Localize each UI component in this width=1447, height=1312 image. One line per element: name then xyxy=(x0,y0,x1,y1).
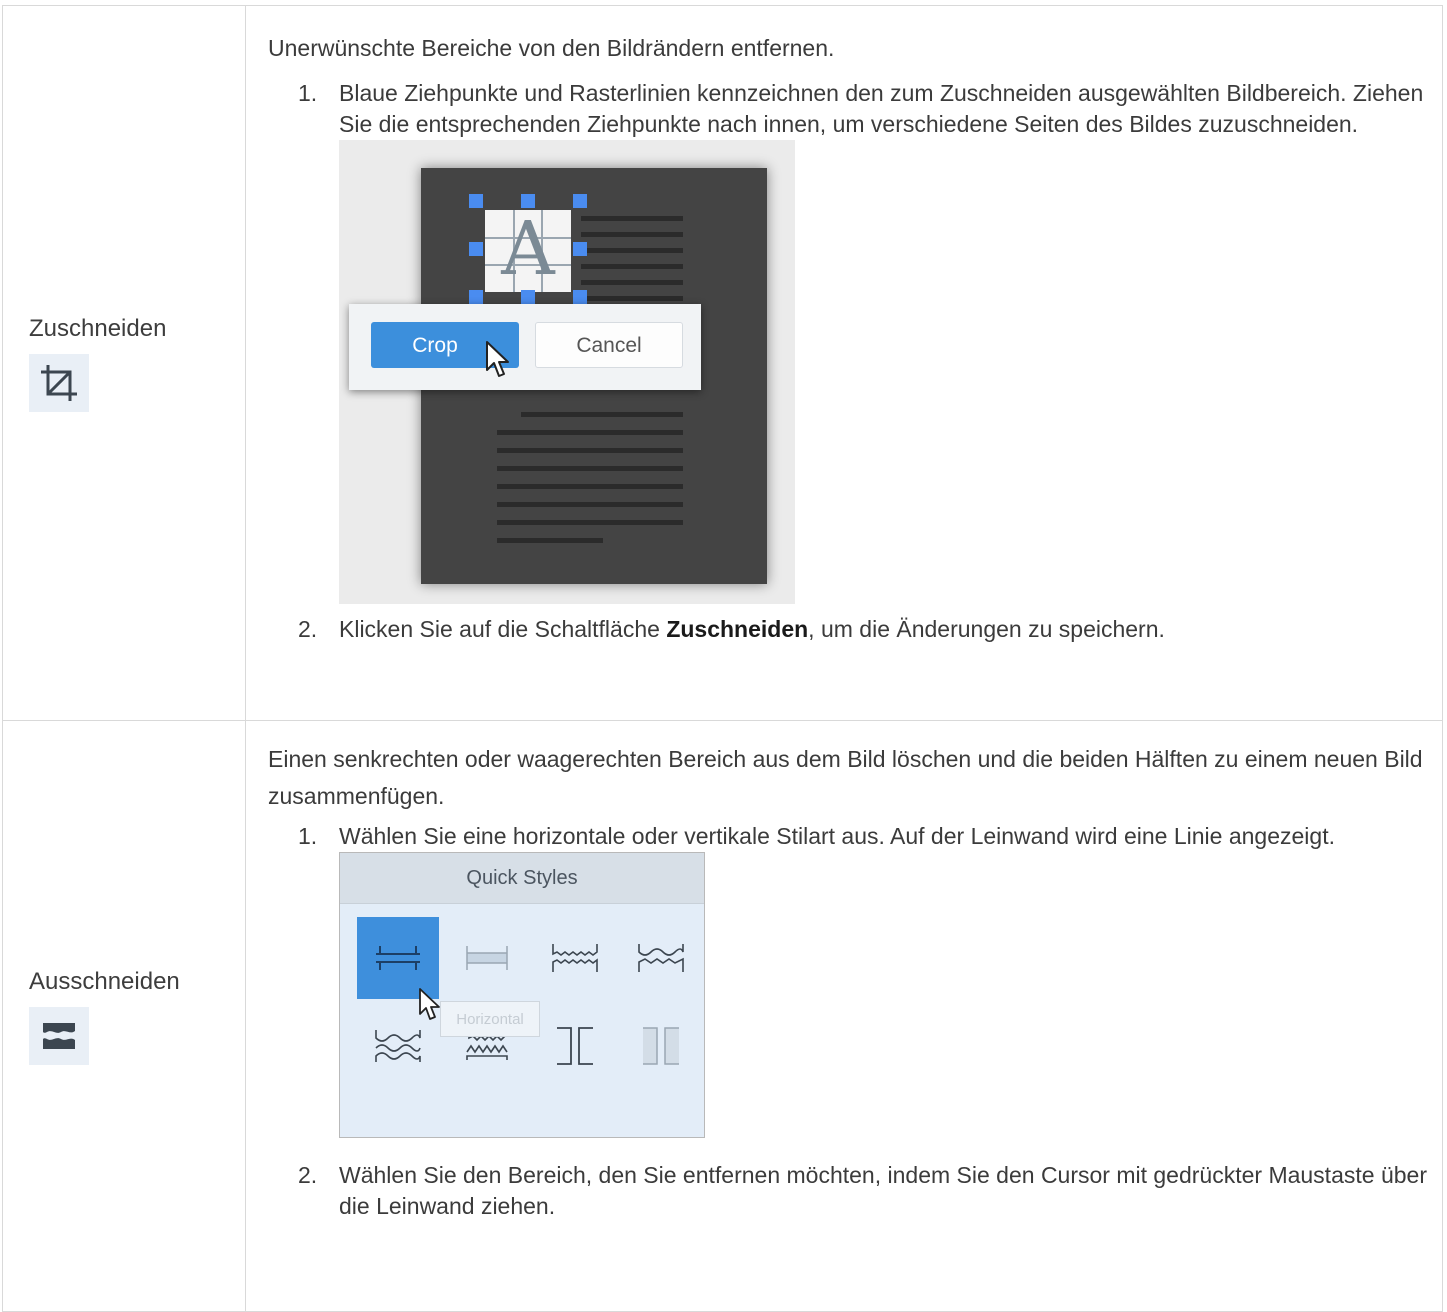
crop-dialog: Crop Cancel xyxy=(349,304,701,390)
step-item: 1. Blaue Ziehpunkte und Rasterlinien ken… xyxy=(268,78,1442,604)
step-item: 2. Klicken Sie auf die Schaltfläche Zusc… xyxy=(268,614,1442,645)
style-horizontal-wave[interactable] xyxy=(620,917,702,999)
quick-styles-panel: Quick Styles Horizontal xyxy=(339,852,705,1138)
style-vertical-jagged[interactable] xyxy=(357,1093,439,1137)
step-text: Wählen Sie eine horizontale oder vertika… xyxy=(339,823,1335,849)
crop-icon xyxy=(29,354,89,412)
style-horizontal-fill[interactable] xyxy=(446,917,528,999)
crop-handle[interactable] xyxy=(469,242,483,256)
step-number: 2. xyxy=(298,616,318,642)
step-number: 1. xyxy=(298,80,318,106)
crop-handle[interactable] xyxy=(573,290,587,304)
crop-illustration: A Crop Cancel xyxy=(339,140,795,604)
quick-styles-header: Quick Styles xyxy=(340,853,704,904)
style-horizontal-jagged[interactable] xyxy=(534,917,616,999)
cut-out-icon xyxy=(29,1007,89,1065)
step-text: Blaue Ziehpunkte und Rasterlinien kennze… xyxy=(339,80,1424,137)
step-text-before: Klicken Sie auf die Schaltfläche xyxy=(339,616,667,642)
tool-name: Zuschneiden xyxy=(29,315,167,342)
crop-handle[interactable] xyxy=(521,290,535,304)
step-item: 2. Wählen Sie den Bereich, den Sie entfe… xyxy=(268,1160,1442,1222)
cancel-button[interactable]: Cancel xyxy=(535,322,683,368)
step-list: 1. Blaue Ziehpunkte und Rasterlinien ken… xyxy=(268,78,1442,645)
mouse-pointer-icon xyxy=(419,988,440,1020)
feature-table: Zuschneiden Unerwünschte Bereiche von de… xyxy=(2,5,1443,1312)
style-vertical-curve-alt[interactable] xyxy=(534,1093,616,1137)
table-row-cutout: Ausschneiden Einen senkrechten oder waag… xyxy=(2,720,1443,1312)
crop-handle[interactable] xyxy=(573,242,587,256)
step-bold-term: Zuschneiden xyxy=(666,616,809,642)
crop-handle[interactable] xyxy=(521,194,535,208)
crop-handle[interactable] xyxy=(469,194,483,208)
step-text-after: , um die Änderungen zu speichern. xyxy=(808,616,1165,642)
tool-intro: Einen senkrechten oder waagerechten Bere… xyxy=(268,746,1423,809)
style-vertical-zigzag[interactable] xyxy=(620,1093,702,1137)
crop-handle[interactable] xyxy=(573,194,587,208)
tool-name: Ausschneiden xyxy=(29,968,180,995)
step-number: 1. xyxy=(298,823,318,849)
step-text: Wählen Sie den Bereich, den Sie entferne… xyxy=(339,1162,1427,1219)
crop-handle[interactable] xyxy=(469,290,483,304)
style-vertical[interactable] xyxy=(534,1005,616,1087)
step-list: 1. Wählen Sie eine horizontale oder vert… xyxy=(268,821,1442,1222)
step-item: 1. Wählen Sie eine horizontale oder vert… xyxy=(268,821,1442,1138)
style-tooltip: Horizontal xyxy=(440,1001,540,1037)
style-vertical-fill[interactable] xyxy=(620,1005,702,1087)
mouse-pointer-icon xyxy=(486,341,509,377)
tool-description-cell: Unerwünschte Bereiche von den Bildränder… xyxy=(245,5,1443,721)
step-number: 2. xyxy=(298,1162,318,1188)
style-vertical-curve[interactable] xyxy=(446,1093,528,1137)
selection-letter: A xyxy=(501,206,555,292)
table-row-crop: Zuschneiden Unerwünschte Bereiche von de… xyxy=(2,5,1443,721)
tool-name-cell: Zuschneiden xyxy=(2,5,246,721)
tool-intro: Unerwünschte Bereiche von den Bildränder… xyxy=(268,35,835,61)
tool-name-cell: Ausschneiden xyxy=(2,720,246,1312)
crop-selection: A xyxy=(485,206,571,292)
tool-description-cell: Einen senkrechten oder waagerechten Bere… xyxy=(245,720,1443,1312)
